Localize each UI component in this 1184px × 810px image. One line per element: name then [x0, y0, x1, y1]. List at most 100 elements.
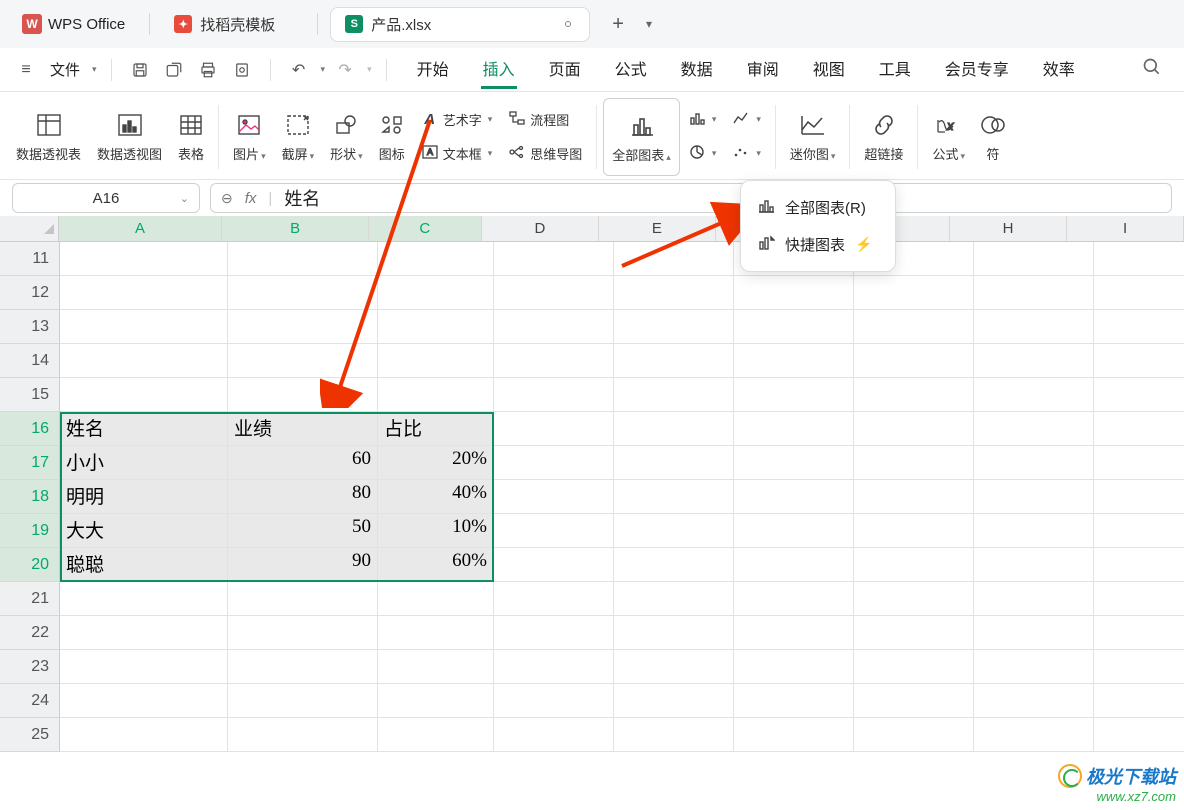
cell[interactable] [854, 378, 974, 412]
cell[interactable] [854, 446, 974, 480]
cell[interactable] [378, 582, 494, 616]
cell[interactable] [734, 718, 854, 752]
cell[interactable] [974, 242, 1094, 276]
row-header[interactable]: 13 [0, 310, 60, 344]
formula-input[interactable]: ⊖ fx | 姓名 [210, 183, 1172, 213]
cell[interactable] [1094, 514, 1184, 548]
cell[interactable]: 聪聪 [60, 548, 228, 582]
row-header[interactable]: 22 [0, 616, 60, 650]
textbox-button[interactable]: A文本框▾ [417, 138, 497, 170]
cell[interactable] [974, 514, 1094, 548]
cell[interactable] [854, 548, 974, 582]
cell[interactable] [378, 310, 494, 344]
cell[interactable] [494, 650, 614, 684]
hamburger-icon[interactable]: ≡ [12, 56, 40, 84]
chevron-down-icon[interactable]: ▾ [92, 64, 97, 75]
cell[interactable] [1094, 344, 1184, 378]
row-header[interactable]: 12 [0, 276, 60, 310]
cell[interactable] [1094, 242, 1184, 276]
cell[interactable] [1094, 412, 1184, 446]
cell[interactable] [614, 310, 734, 344]
row-header[interactable]: 15 [0, 378, 60, 412]
row-header[interactable]: 20 [0, 548, 60, 582]
cell[interactable] [60, 650, 228, 684]
cell[interactable] [1094, 310, 1184, 344]
cell[interactable] [1094, 378, 1184, 412]
cell[interactable]: 60% [378, 548, 494, 582]
row-header[interactable]: 18 [0, 480, 60, 514]
cell[interactable] [228, 650, 378, 684]
equation-button[interactable]: x 公式▾ [924, 98, 973, 176]
cell[interactable] [378, 344, 494, 378]
cell[interactable] [854, 276, 974, 310]
cell[interactable] [378, 718, 494, 752]
file-menu[interactable]: 文件 [46, 59, 84, 80]
cell[interactable] [854, 514, 974, 548]
hyperlink-button[interactable]: 超链接 [856, 98, 911, 176]
tab-member[interactable]: 会员专享 [943, 50, 1011, 89]
cell[interactable]: 20% [378, 446, 494, 480]
cell[interactable] [854, 412, 974, 446]
cell[interactable] [614, 344, 734, 378]
cell[interactable]: 占比 [378, 412, 494, 446]
cell[interactable] [974, 276, 1094, 310]
tab-data[interactable]: 数据 [679, 50, 715, 89]
cell[interactable] [854, 310, 974, 344]
cell[interactable] [974, 378, 1094, 412]
tab-efficiency[interactable]: 效率 [1041, 50, 1077, 89]
cell[interactable] [734, 344, 854, 378]
line-chart-button[interactable]: ▾ [728, 104, 765, 136]
cell[interactable] [378, 378, 494, 412]
cell[interactable] [494, 276, 614, 310]
cell[interactable] [974, 616, 1094, 650]
save-icon[interactable] [126, 56, 154, 84]
cell[interactable] [614, 650, 734, 684]
row-header[interactable]: 14 [0, 344, 60, 378]
column-header[interactable]: D [482, 216, 599, 241]
cell[interactable] [614, 412, 734, 446]
cell[interactable] [734, 276, 854, 310]
tab-active-document[interactable]: S 产品.xlsx [330, 7, 590, 42]
row-header[interactable]: 11 [0, 242, 60, 276]
cell[interactable] [228, 310, 378, 344]
cell[interactable] [614, 616, 734, 650]
cell[interactable] [614, 480, 734, 514]
cell[interactable] [614, 718, 734, 752]
tab-insert[interactable]: 插入 [481, 50, 517, 89]
cell[interactable] [60, 344, 228, 378]
cell[interactable] [494, 616, 614, 650]
cell[interactable] [734, 446, 854, 480]
cell[interactable] [494, 514, 614, 548]
chevron-down-icon[interactable]: ▾ [367, 64, 372, 75]
cell[interactable] [228, 684, 378, 718]
cell[interactable] [614, 548, 734, 582]
cell[interactable] [734, 514, 854, 548]
cell[interactable] [1094, 616, 1184, 650]
table-button[interactable]: 表格 [170, 98, 212, 176]
cell[interactable] [60, 718, 228, 752]
cell[interactable] [60, 684, 228, 718]
cell[interactable] [378, 276, 494, 310]
cell[interactable]: 小小 [60, 446, 228, 480]
cell[interactable] [614, 446, 734, 480]
cell[interactable] [854, 650, 974, 684]
cell[interactable] [974, 548, 1094, 582]
column-header[interactable]: C [369, 216, 482, 241]
cell[interactable]: 姓名 [60, 412, 228, 446]
scatter-chart-button[interactable]: ▾ [728, 138, 765, 170]
cell[interactable] [494, 378, 614, 412]
cell[interactable] [854, 344, 974, 378]
cell[interactable] [494, 344, 614, 378]
cell[interactable] [974, 650, 1094, 684]
menu-all-charts[interactable]: 全部图表(R) [741, 189, 895, 226]
cell[interactable] [1094, 548, 1184, 582]
cell[interactable] [494, 480, 614, 514]
cell[interactable] [60, 582, 228, 616]
pivot-chart-button[interactable]: 数据透视图 [89, 98, 170, 176]
cell[interactable] [1094, 582, 1184, 616]
cell[interactable]: 90 [228, 548, 378, 582]
cell[interactable] [734, 310, 854, 344]
cell[interactable] [494, 412, 614, 446]
cell[interactable] [614, 582, 734, 616]
row-header[interactable]: 21 [0, 582, 60, 616]
